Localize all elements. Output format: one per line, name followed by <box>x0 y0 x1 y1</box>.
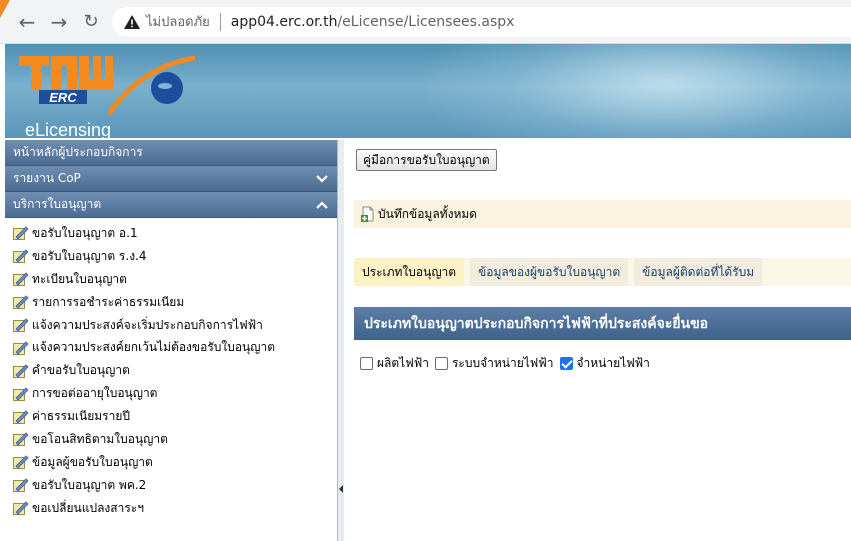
browser-toolbar: ← → ↻ ไม่ปลอดภัย app04.erc.or.th/eLicens… <box>0 0 851 44</box>
sidebar-menu-item[interactable]: ข้อมูลผู้ขอรับใบอนุญาต <box>5 451 337 474</box>
brand-name: eLicensing <box>25 120 112 138</box>
forward-icon[interactable]: → <box>46 9 72 35</box>
tab-contact-info[interactable]: ข้อมูลผู้ติดต่อที่ได้รับม <box>634 258 763 286</box>
sidebar-menu-item[interactable]: แจ้งความประสงค์ยกเว้นไม่ต้องขอรับใบอนุญา… <box>5 336 337 359</box>
chevron-up-icon[interactable] <box>315 198 329 212</box>
sidebar-menu-item[interactable]: การขอต่ออายุใบอนุญาต <box>5 382 337 405</box>
back-icon[interactable]: ← <box>14 9 40 35</box>
sidebar-menu-item-label: คำขอรับใบอนุญาต <box>32 363 130 378</box>
menu-header-home[interactable]: หน้าหลักผู้ประกอบกิจการ <box>5 140 337 166</box>
sidebar-menu-item-label: รายการรอชำระค่าธรรมเนียม <box>32 294 185 309</box>
section-title: ประเภทใบอนุญาตประกอบกิจการไฟฟ้าที่ประสงค… <box>354 307 851 340</box>
url-path[interactable]: /eLicense/Licensees.aspx <box>337 14 514 30</box>
checkbox-label[interactable]: จำหน่ายไฟฟ้า <box>577 354 650 373</box>
edit-document-icon <box>13 272 29 287</box>
sidebar-menu-item[interactable]: ขอรับใบอนุญาต พค.2 <box>5 474 337 497</box>
edit-document-icon <box>13 501 29 516</box>
reload-icon[interactable]: ↻ <box>78 9 104 35</box>
checkbox-retail[interactable] <box>559 357 573 370</box>
edit-document-icon <box>13 387 29 401</box>
license-type-options: ผลิตไฟฟ้า ระบบจำหน่ายไฟฟ้า จำหน่ายไฟฟ้า <box>360 354 656 373</box>
save-document-icon <box>361 206 374 222</box>
address-bar[interactable]: ไม่ปลอดภัย app04.erc.or.th/eLicense/Lice… <box>112 6 851 37</box>
sidebar-menu-item-label: แจ้งความประสงค์จะเริ่มประกอบกิจการไฟฟ้า <box>32 317 263 332</box>
security-label[interactable]: ไม่ปลอดภัย <box>146 11 210 32</box>
banner-glow <box>425 44 851 138</box>
tab-license-type[interactable]: ประเภทใบอนุญาต <box>354 258 465 286</box>
sidebar-menu-item-label: ทะเบียนใบอนุญาต <box>32 271 127 286</box>
site-banner: ERC eLicensing <box>5 44 851 138</box>
sidebar-menu-item-label: ขอรับใบอนุญาต พค.2 <box>32 477 147 492</box>
sidebar-menu-item[interactable]: ขอโอนสิทธิตามใบอนุญาต <box>5 428 337 451</box>
edit-document-icon <box>13 226 29 241</box>
sidebar-menu-item-label: การขอต่ออายุใบอนุญาต <box>32 386 158 401</box>
collapse-arrow-icon[interactable] <box>339 485 343 493</box>
logo-text: ERC <box>49 90 77 105</box>
sidebar-menu-item-label: ข้อมูลผู้ขอรับใบอนุญาต <box>32 454 153 469</box>
erc-logo-mark: ERC <box>19 56 113 105</box>
sidebar-menu-item-label: ขอเปลี่ยนแปลงสาระฯ <box>32 500 144 515</box>
sidebar-menu-item-label: ขอโอนสิทธิตามใบอนุญาต <box>32 431 168 446</box>
guide-button[interactable]: คู่มือการขอรับใบอนุญาต <box>356 149 497 171</box>
sidebar-menu-item[interactable]: ขอรับใบอนุญาต อ.1 <box>5 222 337 245</box>
tab-strip: ประเภทใบอนุญาต ข้อมูลของผู้ขอรับใบอนุญาต… <box>354 258 851 286</box>
sidebar-menu-item[interactable]: ทะเบียนใบอนุญาต <box>5 268 337 291</box>
menu-header-label: บริการใบอนุญาต <box>13 197 102 211</box>
menu-header-cop[interactable]: รายงาน CoP <box>5 166 337 192</box>
sidebar-menu-item[interactable]: แจ้งความประสงค์จะเริ่มประกอบกิจการไฟฟ้า <box>5 314 337 337</box>
chevron-down-icon[interactable] <box>315 172 329 186</box>
sidebar-menu-item[interactable]: ขอรับใบอนุญาต ร.ง.4 <box>5 245 337 268</box>
edit-document-icon <box>13 432 29 447</box>
sidebar-menu-item-label: แจ้งความประสงค์ยกเว้นไม่ต้องขอรับใบอนุญา… <box>32 340 276 355</box>
checkbox-generation[interactable] <box>360 357 373 370</box>
license-menu-list: ขอรับใบอนุญาต อ.1 ขอรับใบอนุญาต ร.ง.4 ทะเบ… <box>5 222 337 520</box>
checkbox-label[interactable]: ผลิตไฟฟ้า <box>377 354 429 373</box>
url-host[interactable]: app04.erc.or.th <box>231 14 338 30</box>
sidebar-menu-item[interactable]: คำขอรับใบอนุญาต <box>5 359 337 382</box>
erc-logo[interactable]: ERC eLicensing <box>15 50 196 138</box>
tab-corner <box>0 0 10 18</box>
sidebar: หน้าหลักผู้ประกอบกิจการ รายงาน CoP บริกา… <box>5 140 338 541</box>
sidebar-menu-item[interactable]: ค่าธรรมเนียมรายปี <box>5 405 337 428</box>
checkbox-distribution-system[interactable] <box>434 357 448 370</box>
sidebar-menu-item-label: ขอรับใบอนุญาต ร.ง.4 <box>32 248 147 263</box>
sidebar-menu-item-label: ขอรับใบอนุญาต อ.1 <box>32 225 138 240</box>
edit-document-icon <box>13 295 29 310</box>
edit-document-icon <box>13 341 29 355</box>
save-all-bar[interactable]: บันทึกข้อมูลทั้งหมด <box>354 200 851 228</box>
edit-document-icon <box>13 409 29 424</box>
edit-document-icon <box>13 318 29 332</box>
edit-document-icon <box>13 249 29 264</box>
sidebar-menu-item[interactable]: รายการรอชำระค่าธรรมเนียม <box>5 291 337 314</box>
menu-header-license-services[interactable]: บริการใบอนุญาต <box>5 192 337 218</box>
sidebar-menu-item[interactable]: ขอเปลี่ยนแปลงสาระฯ <box>5 497 337 520</box>
edit-document-icon <box>13 455 29 470</box>
warning-icon[interactable] <box>124 14 140 29</box>
edit-document-icon <box>13 478 29 493</box>
divider <box>219 12 221 31</box>
edit-document-icon <box>13 364 29 378</box>
menu-header-label: หน้าหลักผู้ประกอบกิจการ <box>13 145 143 159</box>
tab-applicant-info[interactable]: ข้อมูลของผู้ขอรับใบอนุญาต <box>470 258 629 286</box>
main-content: คู่มือการขอรับใบอนุญาต บันทึกข้อมูลทั้งห… <box>344 140 851 541</box>
menu-header-label: รายงาน CoP <box>13 171 81 185</box>
sidebar-menu-item-label: ค่าธรรมเนียมรายปี <box>32 409 130 424</box>
checkbox-label[interactable]: ระบบจำหน่ายไฟฟ้า <box>452 354 554 373</box>
save-all-label[interactable]: บันทึกข้อมูลทั้งหมด <box>378 205 477 224</box>
orbit-icon <box>107 56 196 116</box>
